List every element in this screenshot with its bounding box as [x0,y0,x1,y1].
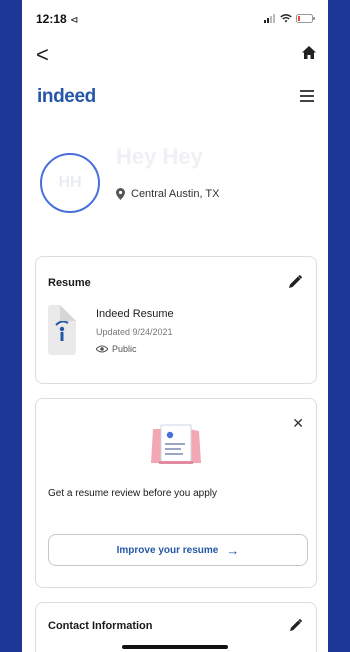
resume-title: Resume [48,277,91,289]
status-icons [264,14,316,23]
resume-card: Resume Indeed Resume Updated 9/24/2021 P… [35,256,317,384]
location-pin-icon [116,188,125,200]
close-icon[interactable]: ✕ [292,415,304,432]
profile-location: Central Austin, TX [116,188,219,200]
status-time: 12:18 ⊲ [36,12,78,26]
avatar: HH [40,153,100,213]
resume-review-illustration [151,424,201,464]
resume-visibility: Public [96,344,137,354]
location-arrow-icon: ⊲ [70,15,79,26]
resume-document-thumbnail[interactable] [48,305,76,355]
visibility-text: Public [112,344,137,354]
edit-resume-button[interactable] [289,274,303,293]
contact-title: Contact Information [48,620,153,632]
resume-updated-date: Updated 9/24/2021 [96,327,173,337]
profile-section: HH Hey Hey Central Austin, TX [22,140,328,240]
battery-icon [296,14,315,23]
profile-name: Hey Hey [116,144,203,169]
arrow-right-icon: → [226,542,240,558]
edit-icon [289,274,303,288]
edit-contact-button[interactable] [290,618,303,636]
edit-icon [290,618,303,631]
wifi-icon [280,14,292,23]
signal-icon [264,14,275,23]
phone-screen: 12:18 ⊲ < indeed HH Hey Hey Central Aust… [22,0,328,652]
review-prompt-text: Get a resume review before you apply [48,488,217,499]
status-bar: 12:18 ⊲ [22,0,328,36]
back-button[interactable]: < [36,44,49,66]
menu-icon[interactable] [300,90,314,105]
indeed-i-icon [55,320,69,341]
indeed-logo[interactable]: indeed [37,86,96,108]
status-time-text: 12:18 [36,12,67,26]
home-button[interactable] [302,46,316,64]
location-text: Central Austin, TX [131,188,220,200]
resume-review-card: ✕ Get a resume review before you apply I… [35,398,317,588]
resume-doc-name[interactable]: Indeed Resume [96,308,174,320]
brand-header: indeed [22,82,328,112]
top-nav: < [22,40,328,72]
improve-resume-label: Improve your resume [116,544,219,556]
home-icon [302,46,316,59]
eye-icon [96,345,108,353]
improve-resume-button[interactable]: Improve your resume → [48,534,308,566]
home-indicator[interactable] [122,645,228,649]
